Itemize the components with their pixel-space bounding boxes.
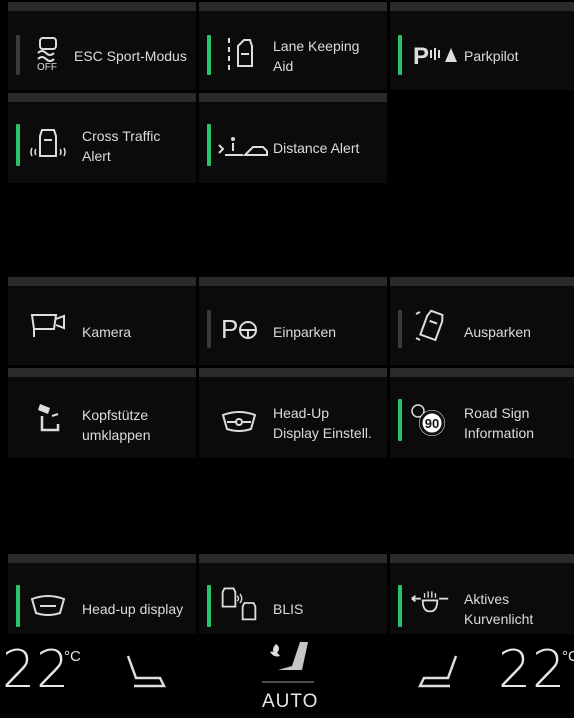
tile-label: Cross Traffic Alert	[82, 128, 161, 164]
svg-text:OFF: OFF	[37, 62, 57, 71]
tile-label: Aktives Kurvenlicht	[464, 591, 534, 627]
status-indicator	[16, 124, 20, 166]
lane-keeping-icon	[219, 36, 259, 72]
right-temperature-unit: °C	[562, 648, 574, 665]
blis-icon	[219, 585, 259, 621]
tile-headrest-fold[interactable]: Kopfstütze umklappen	[8, 368, 196, 458]
tile-label: Head-up display	[82, 601, 184, 617]
left-temperature[interactable]: 22	[2, 640, 70, 700]
tile-park-pilot[interactable]: P Parkpilot	[390, 2, 574, 90]
cornering-light-icon	[410, 587, 450, 623]
cross-traffic-icon	[28, 126, 68, 162]
right-seat-heat-icon[interactable]	[418, 652, 462, 692]
tile-cross-traffic-alert[interactable]: Cross Traffic Alert	[8, 93, 196, 183]
tile-label: ESC Sport-Modus	[74, 48, 187, 64]
status-indicator	[398, 310, 402, 348]
left-seat-heat-icon[interactable]	[122, 652, 166, 692]
tile-label: Road Sign Information	[464, 405, 535, 441]
fan-mode-label: AUTO	[262, 691, 319, 712]
tile-label: Distance Alert	[273, 140, 360, 156]
status-indicator	[398, 399, 402, 441]
tile-esc-sport-mode[interactable]: OFF ESC Sport-Modus	[8, 2, 196, 90]
status-indicator	[207, 124, 211, 166]
tile-label: Einparken	[273, 324, 337, 340]
tile-label: Lane Keeping Aid	[273, 38, 360, 74]
tile-label: Parkpilot	[464, 48, 519, 64]
tile-label: BLIS	[273, 601, 304, 617]
svg-text:P: P	[413, 43, 429, 70]
esc-off-icon: OFF	[28, 35, 68, 71]
tile-distance-alert[interactable]: Distance Alert	[199, 93, 387, 183]
tile-hud-settings[interactable]: Head-Up Display Einstell.	[199, 368, 387, 458]
tile-active-cornering-light[interactable]: Aktives Kurvenlicht	[390, 554, 574, 634]
status-indicator	[16, 35, 20, 75]
tile-park-in[interactable]: P Einparken	[199, 277, 387, 365]
status-indicator	[207, 35, 211, 75]
svg-text:P: P	[221, 314, 238, 344]
status-indicator	[16, 585, 20, 627]
tile-label: Ausparken	[464, 324, 531, 340]
fan-auto-icon[interactable]	[256, 638, 320, 690]
road-sign-icon: 90	[410, 403, 450, 439]
hud-settings-icon	[219, 405, 259, 441]
tile-label: Kamera	[82, 324, 132, 340]
camera-icon	[28, 308, 68, 344]
status-indicator	[398, 35, 402, 75]
speed-limit-value: 90	[425, 416, 439, 431]
status-indicator	[207, 585, 211, 627]
left-temperature-unit: °C	[64, 648, 81, 665]
tile-camera[interactable]: Kamera	[8, 277, 196, 365]
status-indicator	[207, 310, 211, 348]
tile-lane-keeping-aid[interactable]: Lane Keeping Aid	[199, 2, 387, 90]
tile-label: Head-Up Display Einstell.	[273, 405, 372, 441]
tile-blis[interactable]: BLIS	[199, 554, 387, 634]
tile-head-up-display[interactable]: Head-up display	[8, 554, 196, 634]
right-temperature[interactable]: 22	[498, 640, 566, 700]
head-up-display-icon	[28, 589, 68, 625]
park-assist-in-icon: P	[219, 310, 259, 346]
status-indicator	[398, 585, 402, 627]
park-pilot-icon: P	[410, 37, 460, 73]
headrest-fold-icon	[28, 401, 68, 437]
tile-road-sign-info[interactable]: 90 Road Sign Information	[390, 368, 574, 458]
tile-label: Kopfstütze umklappen	[82, 407, 151, 443]
tile-park-out[interactable]: Ausparken	[390, 277, 574, 365]
park-assist-out-icon	[410, 308, 450, 344]
distance-alert-icon	[217, 130, 271, 166]
